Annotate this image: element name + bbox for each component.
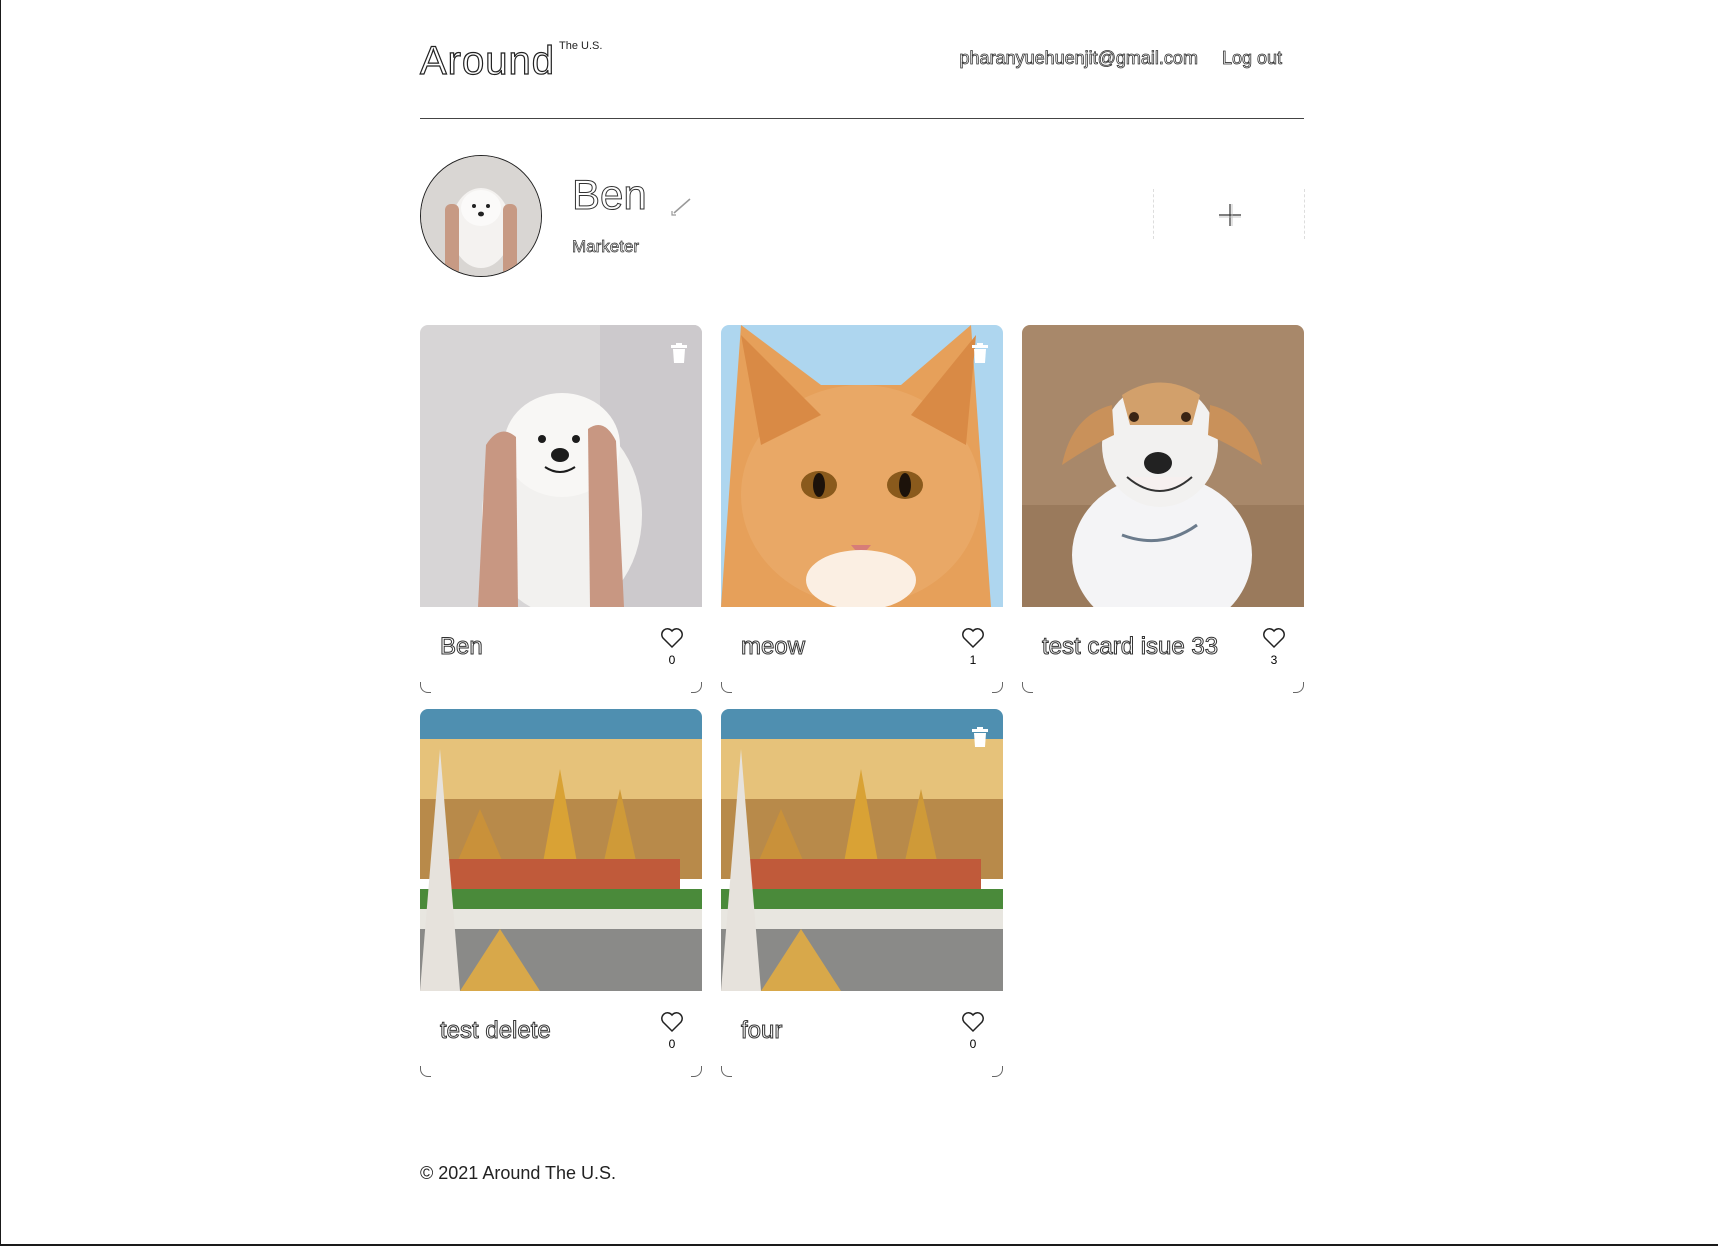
like-count: 3 — [1270, 653, 1278, 667]
logo: Around The U.S. — [419, 38, 603, 84]
card-image-samoyed-dog[interactable] — [420, 325, 702, 607]
like-count: 0 — [668, 1037, 676, 1051]
card-footer: four 0 — [721, 991, 1003, 1077]
user-email: pharanyuehuenjit@gmail.com — [959, 48, 1198, 69]
heart-icon[interactable] — [1262, 627, 1286, 649]
card-title: test delete — [440, 1017, 552, 1045]
like-count: 1 — [969, 653, 977, 667]
card-image-bangkok-temple[interactable] — [721, 709, 1003, 991]
card-corner — [992, 682, 1003, 693]
heart-icon[interactable] — [660, 627, 684, 649]
card-corner — [691, 682, 702, 693]
heart-icon[interactable] — [961, 627, 985, 649]
logo-superscript: The U.S. — [558, 40, 603, 52]
card-title: meow — [740, 633, 806, 661]
edit-profile-icon[interactable] — [670, 191, 698, 219]
page-container: Around The U.S. pharanyuehuenjit@gmail.c… — [419, 0, 1305, 319]
card-title: test card isue 33 — [1041, 633, 1219, 661]
like-count: 0 — [668, 653, 676, 667]
window-left-border — [0, 0, 1, 1246]
card-corner — [992, 1066, 1003, 1077]
card-corner — [721, 682, 732, 693]
card-footer: test delete 0 — [420, 991, 702, 1077]
site-header: Around The U.S. pharanyuehuenjit@gmail.c… — [419, 0, 1304, 119]
card-image-smiling-dog[interactable] — [1022, 325, 1304, 607]
card: meow 1 — [721, 325, 1003, 693]
trash-icon[interactable] — [670, 343, 688, 363]
card: test delete 0 — [420, 709, 702, 1077]
plus-icon — [1219, 204, 1241, 226]
card-corner — [1022, 682, 1033, 693]
profile-name: Ben — [572, 171, 648, 219]
card-image-bangkok-temple[interactable] — [420, 709, 702, 991]
logo-text: Around — [419, 38, 555, 83]
avatar[interactable] — [420, 155, 542, 277]
like-count: 0 — [969, 1037, 977, 1051]
logout-link[interactable]: Log out — [1222, 48, 1283, 69]
header-nav: pharanyuehuenjit@gmail.com Log out — [959, 48, 1283, 69]
card: four 0 — [721, 709, 1003, 1077]
card-footer: meow 1 — [721, 607, 1003, 693]
cards-grid: Ben 0 meow 1 test card isue 33 3 test de… — [420, 325, 1304, 1077]
trash-icon[interactable] — [971, 343, 989, 363]
card-corner — [420, 1066, 431, 1077]
add-card-button[interactable] — [1153, 189, 1305, 239]
card-image-orange-cat[interactable] — [721, 325, 1003, 607]
card-corner — [420, 682, 431, 693]
card-footer: Ben 0 — [420, 607, 702, 693]
card-footer: test card isue 33 3 — [1022, 607, 1304, 693]
card-title: four — [740, 1017, 783, 1045]
heart-icon[interactable] — [961, 1011, 985, 1033]
card-title: Ben — [440, 633, 484, 661]
card-corner — [721, 1066, 732, 1077]
profile-section: Ben Marketer — [420, 119, 1305, 319]
card: test card isue 33 3 — [1022, 325, 1304, 693]
card: Ben 0 — [420, 325, 702, 693]
card-corner — [691, 1066, 702, 1077]
site-footer: © 2021 Around The U.S. — [420, 1163, 617, 1183]
heart-icon[interactable] — [660, 1011, 684, 1033]
profile-job: Marketer — [572, 237, 640, 257]
card-corner — [1293, 682, 1304, 693]
trash-icon[interactable] — [971, 727, 989, 747]
